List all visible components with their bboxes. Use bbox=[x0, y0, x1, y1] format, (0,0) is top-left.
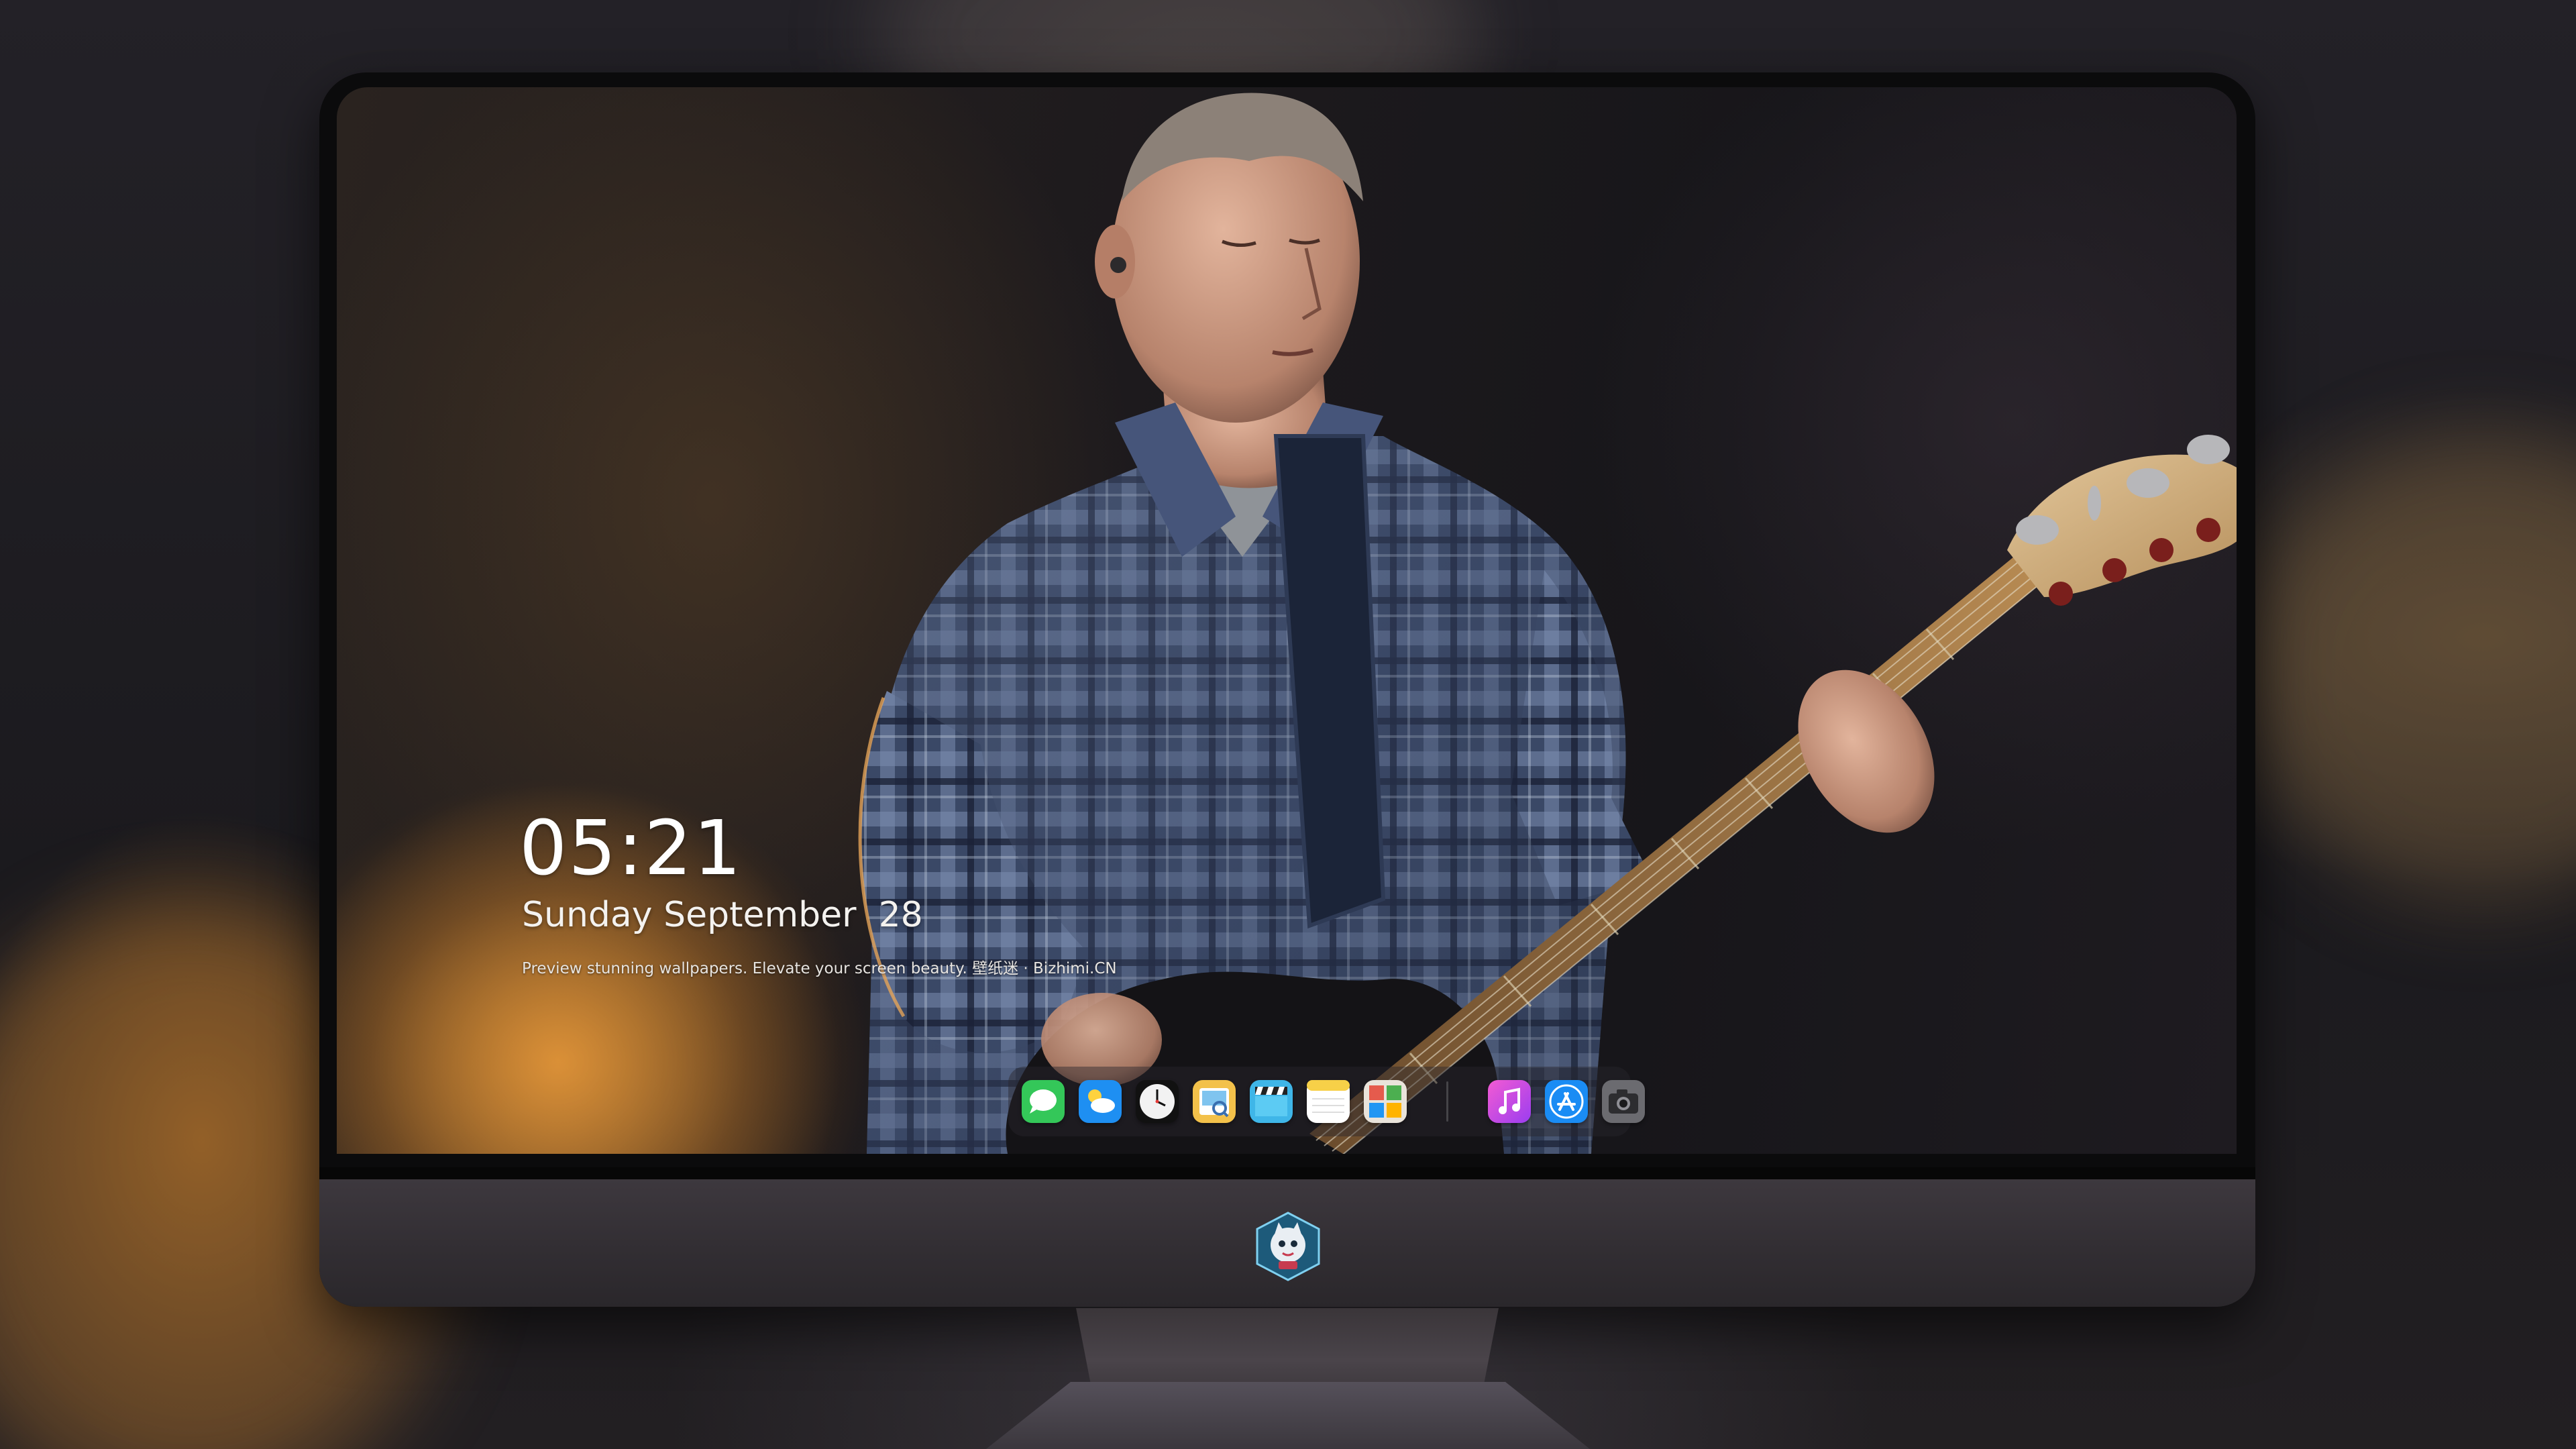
preview-icon[interactable] bbox=[1193, 1080, 1236, 1123]
wallpaper-tagline: Preview stunning wallpapers. Elevate you… bbox=[522, 960, 1117, 977]
lock-clock: 05:21 bbox=[519, 805, 743, 892]
lock-screen: 05:21 Sunday September 28 Preview stunni… bbox=[337, 87, 2237, 1154]
monitor-stand-base bbox=[986, 1382, 1590, 1449]
mascot-logo-icon bbox=[1256, 1212, 1320, 1281]
photo-booth-icon[interactable] bbox=[1364, 1080, 1407, 1123]
dock-separator bbox=[1446, 1081, 1448, 1122]
clock-icon[interactable] bbox=[1136, 1080, 1179, 1123]
app-store-icon[interactable] bbox=[1545, 1080, 1588, 1123]
dock bbox=[1008, 1067, 1645, 1136]
camera-icon[interactable] bbox=[1602, 1080, 1645, 1123]
messages-icon[interactable] bbox=[1022, 1080, 1065, 1123]
monitor-chin bbox=[319, 1167, 2255, 1307]
lock-date: Sunday September 28 bbox=[522, 895, 923, 935]
weather-icon[interactable] bbox=[1079, 1080, 1122, 1123]
music-icon[interactable] bbox=[1488, 1080, 1531, 1123]
notes-icon[interactable] bbox=[1307, 1080, 1350, 1123]
clips-icon[interactable] bbox=[1250, 1080, 1293, 1123]
monitor: 05:21 Sunday September 28 Preview stunni… bbox=[319, 72, 2255, 1307]
wallpaper-guitarist bbox=[337, 93, 2237, 1154]
